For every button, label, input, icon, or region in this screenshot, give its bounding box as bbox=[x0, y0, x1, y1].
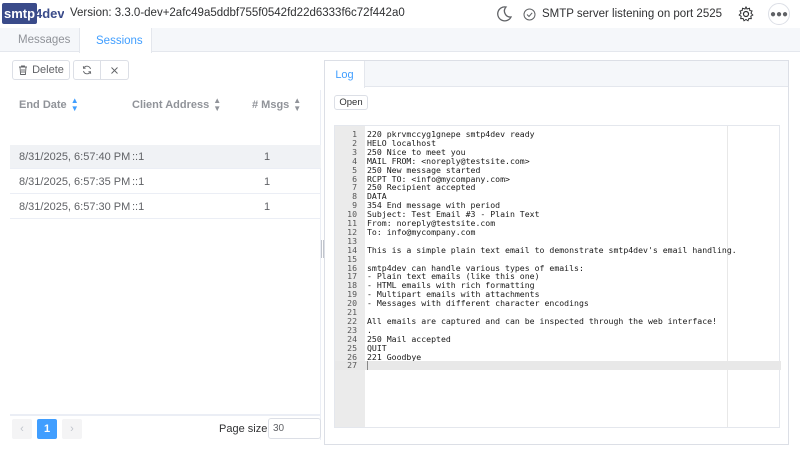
session-detail-panel: Log Open 1 220 pkrvmccyg1gnepe smtp4dev r… bbox=[324, 60, 789, 445]
log-line-text: This is a simple plain text email to dem… bbox=[367, 244, 737, 255]
table-header: End Date ▲ ▼ Client Address ▲ ▼ # Msgs ▲ ▼ bbox=[10, 90, 321, 115]
log-line: 27 bbox=[335, 360, 781, 371]
table-row[interactable]: 8/31/2025, 6:57:35 PM ::1 1 bbox=[10, 170, 321, 194]
table-row[interactable]: 8/31/2025, 6:57:40 PM ::1 1 bbox=[10, 145, 321, 169]
page-number-button[interactable]: 1 bbox=[37, 419, 57, 439]
log-line: 20- Messages with different character en… bbox=[335, 299, 781, 308]
tab-sessions-label: Sessions bbox=[96, 34, 143, 47]
tab-log[interactable]: Log bbox=[325, 61, 365, 88]
dark-mode-toggle-icon[interactable] bbox=[495, 5, 513, 23]
svg-text:4dev: 4dev bbox=[35, 6, 64, 21]
sessions-table: End Date ▲ ▼ Client Address ▲ ▼ # Msgs ▲ ▼ 8/3… bbox=[10, 90, 321, 415]
tab-messages-label: Messages bbox=[18, 34, 71, 46]
tab-messages[interactable]: Messages bbox=[2, 28, 79, 52]
log-line: 22 All emails are captured and can be ins… bbox=[335, 315, 781, 326]
sessions-toolbar: Delete bbox=[12, 60, 129, 80]
log-line: 14 This is a simple plain text email to d… bbox=[335, 244, 781, 255]
log-line: 26 221 Goodbye bbox=[335, 351, 781, 362]
table-row[interactable]: 8/31/2025, 6:57:30 PM ::1 1 bbox=[10, 195, 321, 219]
cell-client: ::1 bbox=[132, 201, 145, 213]
log-line-text: All emails are captured and can be inspe… bbox=[367, 315, 717, 326]
trash-icon bbox=[19, 65, 28, 75]
cell-end-date: 8/31/2025, 6:57:35 PM bbox=[19, 176, 131, 188]
open-button[interactable]: Open bbox=[334, 95, 368, 110]
settings-gear-icon[interactable] bbox=[738, 6, 754, 22]
version-text: Version: 3.3.0-dev+2afc49a5ddbf755f0542f… bbox=[70, 7, 405, 19]
delete-button-label: Delete bbox=[32, 64, 64, 76]
pagination: ‹ 1 › Page size: 30 bbox=[10, 415, 321, 440]
cell-msgs: 1 bbox=[264, 151, 271, 163]
ellipsis-icon: ●●● bbox=[769, 8, 789, 20]
sort-icon: ▲ ▼ bbox=[213, 96, 222, 113]
main-tabs: Messages Sessions bbox=[0, 28, 800, 53]
server-status: SMTP server listening on port 2525 bbox=[523, 8, 722, 21]
prev-page-button[interactable]: ‹ bbox=[12, 419, 32, 439]
app-header: smtp 4dev Version: 3.3.0-dev+2afc49a5ddb… bbox=[0, 0, 800, 28]
cell-msgs: 1 bbox=[264, 201, 271, 213]
sort-icon: ▲ ▼ bbox=[70, 96, 79, 113]
page-size-label: Page size: bbox=[219, 423, 271, 435]
line-number: 27 bbox=[347, 360, 357, 371]
page-size-input[interactable]: 30 bbox=[268, 418, 321, 439]
cell-client: ::1 bbox=[132, 176, 145, 188]
smtp4dev-logo[interactable]: smtp 4dev bbox=[2, 2, 64, 25]
sort-icon: ▲ ▼ bbox=[293, 96, 302, 113]
svg-text:smtp: smtp bbox=[4, 6, 35, 21]
text-cursor bbox=[367, 361, 368, 371]
clear-button[interactable] bbox=[101, 60, 129, 80]
refresh-icon bbox=[82, 65, 92, 75]
cell-client: ::1 bbox=[132, 151, 145, 163]
detail-tabs: Log bbox=[325, 61, 788, 88]
log-line: 12 To: info@mycompany.com bbox=[335, 226, 781, 237]
delete-button[interactable]: Delete bbox=[12, 60, 70, 80]
cell-end-date: 8/31/2025, 6:57:40 PM bbox=[19, 151, 131, 163]
sessions-panel: Delete End Date ▲ ▼ Client Address ▲ ▼ #… bbox=[10, 60, 321, 440]
column-header-msgs[interactable]: # Msgs ▲ ▼ bbox=[252, 97, 301, 113]
check-circle-icon bbox=[523, 8, 536, 20]
log-line-text: To: info@mycompany.com bbox=[367, 226, 476, 237]
cell-msgs: 1 bbox=[264, 176, 271, 188]
column-header-end-date[interactable]: End Date ▲ ▼ bbox=[19, 97, 79, 113]
log-line: 7 250 Recipient accepted bbox=[335, 183, 781, 192]
chevron-left-icon: ‹ bbox=[20, 423, 24, 435]
column-header-client-address[interactable]: Client Address ▲ ▼ bbox=[132, 97, 221, 113]
log-line-text: - Messages with different character enco… bbox=[367, 298, 589, 309]
cell-end-date: 8/31/2025, 6:57:30 PM bbox=[19, 201, 131, 213]
refresh-button[interactable] bbox=[73, 60, 101, 80]
more-options-button[interactable]: ●●● bbox=[768, 3, 790, 25]
close-icon bbox=[111, 66, 118, 74]
log-editor[interactable]: 1 220 pkrvmccyg1gnepe smtp4dev ready 2 HELO… bbox=[334, 125, 781, 428]
chevron-right-icon: › bbox=[70, 423, 74, 435]
tab-sessions[interactable]: Sessions bbox=[79, 28, 152, 53]
log-line-text: 221 Goodbye bbox=[367, 351, 422, 362]
next-page-button[interactable]: › bbox=[62, 419, 82, 439]
server-status-text: SMTP server listening on port 2525 bbox=[541, 8, 722, 20]
log-line: 24 250 Mail accepted bbox=[335, 334, 781, 344]
